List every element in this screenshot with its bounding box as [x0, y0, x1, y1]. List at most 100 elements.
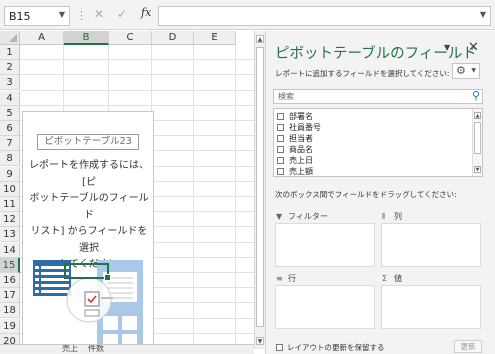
field-item[interactable]: 売上額	[277, 166, 313, 176]
row-header-16[interactable]: 16	[0, 273, 20, 288]
grid-row-line	[20, 74, 254, 75]
area-label: フィルター	[288, 212, 328, 221]
name-box[interactable]: B15 ▼	[4, 6, 70, 26]
update-button[interactable]: 更新	[454, 340, 482, 353]
defer-label: レイアウトの更新を保留する	[287, 343, 385, 352]
row-header-20[interactable]: 20	[0, 333, 20, 344]
scrollbar-thumb[interactable]	[256, 47, 264, 327]
field-label: 社員番号	[289, 123, 321, 132]
defer-layout-update[interactable]: レイアウトの更新を保留する	[276, 342, 385, 353]
pane-subtitle: レポートに追加するフィールドを選択してください:	[275, 69, 450, 78]
checkbox[interactable]	[277, 168, 284, 175]
column-header-d[interactable]: D	[152, 31, 194, 45]
cancel-icon[interactable]: ✕	[94, 7, 104, 21]
insert-function-button[interactable]: fx	[141, 6, 151, 19]
area-label: 列	[394, 212, 402, 221]
column-header-e[interactable]: E	[194, 31, 236, 45]
field-search-input[interactable]: 検索 ⚲	[273, 89, 483, 104]
scroll-down-icon[interactable]: ▼	[256, 337, 264, 345]
vertical-scrollbar[interactable]: ▲ ▼	[254, 31, 265, 349]
sheet-tab[interactable]: 件数	[88, 345, 104, 354]
sheet-tab[interactable]: 売上	[62, 345, 78, 354]
expand-formula-bar-icon[interactable]: ▼	[480, 10, 486, 19]
columns-icon: ⦀	[382, 212, 386, 221]
tools-gear-button[interactable]: ⚙ ▼	[452, 63, 480, 79]
scroll-up-icon[interactable]: ▲	[474, 112, 481, 119]
scrollbar-thumb[interactable]	[474, 122, 481, 154]
field-label: 売上額	[289, 167, 313, 176]
field-list-scrollbar[interactable]: ▲ ▼	[472, 109, 482, 176]
formula-bar: B15 ▼ ⋮ ✕ ✓ fx ▼	[0, 0, 495, 30]
row-header-10[interactable]: 10	[0, 181, 20, 197]
row-header-3[interactable]: 3	[0, 75, 20, 91]
chevron-down-icon[interactable]: ▼	[59, 10, 65, 19]
sheet-tabs-bar: 売上 件数	[0, 344, 254, 354]
field-item[interactable]: 売上日	[277, 155, 313, 166]
row-header-5[interactable]: 5	[0, 105, 20, 121]
column-header-c[interactable]: C	[109, 31, 152, 45]
grid-row-line	[20, 59, 254, 60]
checkbox[interactable]	[276, 344, 283, 351]
rows-drop-area[interactable]	[275, 285, 375, 329]
enter-icon[interactable]: ✓	[117, 7, 127, 21]
pane-options-chevron-icon[interactable]: ▼	[444, 43, 450, 52]
checkbox[interactable]	[277, 135, 284, 142]
select-all-corner[interactable]	[0, 31, 20, 45]
pivot-table-placeholder[interactable]: ピボットテーブル23 レポートを作成するには、[ピ ボットテーブルのフィールド …	[22, 111, 154, 344]
checkbox[interactable]	[277, 124, 284, 131]
checkbox[interactable]	[277, 113, 284, 120]
scroll-up-icon[interactable]: ▲	[256, 35, 264, 43]
row-header-15[interactable]: 15	[0, 257, 20, 273]
field-item[interactable]: 社員番号	[277, 122, 321, 133]
pivot-field-list-pane: ピボットテーブルのフィールド ▼ ✕ レポートに追加するフィールドを選択してくだ…	[265, 31, 495, 354]
row-header-1[interactable]: 1	[0, 45, 20, 60]
row-header-6[interactable]: 6	[0, 121, 20, 136]
area-label: 行	[288, 274, 296, 283]
rows-area-label: ≡ 行	[276, 273, 296, 284]
checkbox[interactable]	[277, 157, 284, 164]
row-header-9[interactable]: 9	[0, 166, 20, 182]
search-placeholder: 検索	[278, 92, 294, 101]
row-header-8[interactable]: 8	[0, 151, 20, 167]
row-header-11[interactable]: 11	[0, 197, 20, 212]
sigma-icon: Σ	[382, 274, 388, 283]
checkbox[interactable]	[277, 146, 284, 153]
columns-area-label: ⦀ 列	[382, 211, 402, 222]
row-header-13[interactable]: 13	[0, 227, 20, 243]
field-item[interactable]: 商品名	[277, 144, 313, 155]
field-label: 部署名	[289, 112, 313, 121]
row-header-14[interactable]: 14	[0, 242, 20, 258]
row-header-2[interactable]: 2	[0, 60, 20, 76]
row-header-12[interactable]: 12	[0, 212, 20, 228]
pivot-table-instructions: レポートを作成するには、[ピ ボットテーブルのフィールド リスト] からフィール…	[29, 158, 149, 274]
row-header-4[interactable]: 4	[0, 90, 20, 106]
field-item[interactable]: 担当者	[277, 133, 313, 144]
pivot-table-name: ピボットテーブル23	[37, 134, 139, 150]
row-header-7[interactable]: 7	[0, 136, 20, 152]
instruction-line: リスト] からフィールドを選択	[30, 226, 148, 254]
active-cell-selection[interactable]	[64, 263, 111, 281]
name-box-value: B15	[9, 10, 31, 23]
columns-drop-area[interactable]	[381, 223, 481, 267]
formula-input[interactable]: ▼	[158, 6, 491, 26]
spreadsheet-grid[interactable]: ABCDE 1 2 3 4 5 6 7 8 9 10 11 12 13 14 15 16 17 18 19 20 ピボ…	[0, 31, 254, 344]
row-header-18[interactable]: 18	[0, 303, 20, 319]
row-header-17[interactable]: 17	[0, 288, 20, 304]
close-icon[interactable]: ✕	[468, 40, 479, 55]
scroll-down-icon[interactable]: ▼	[474, 166, 481, 173]
chevron-down-icon: ▼	[471, 67, 476, 74]
row-header-19[interactable]: 19	[0, 318, 20, 334]
filter-drop-area[interactable]	[275, 223, 375, 267]
search-icon[interactable]: ⚲	[472, 89, 480, 102]
values-drop-area[interactable]	[381, 285, 481, 329]
field-list: 部署名 社員番号 担当者 商品名 売上日 売上額 ▲ ▼	[273, 108, 483, 177]
filter-area-label: ▼ フィルター	[276, 211, 328, 222]
field-label: 売上日	[289, 156, 313, 165]
area-label: 値	[394, 274, 402, 283]
column-header-a[interactable]: A	[20, 31, 64, 45]
formula-bar-grip-icon[interactable]: ⋮	[76, 9, 87, 22]
field-item[interactable]: 部署名	[277, 111, 313, 122]
values-area-label: Σ値	[382, 273, 402, 284]
column-header-b[interactable]: B	[64, 31, 109, 45]
instruction-line: レポートを作成するには、[ピ	[29, 160, 149, 188]
